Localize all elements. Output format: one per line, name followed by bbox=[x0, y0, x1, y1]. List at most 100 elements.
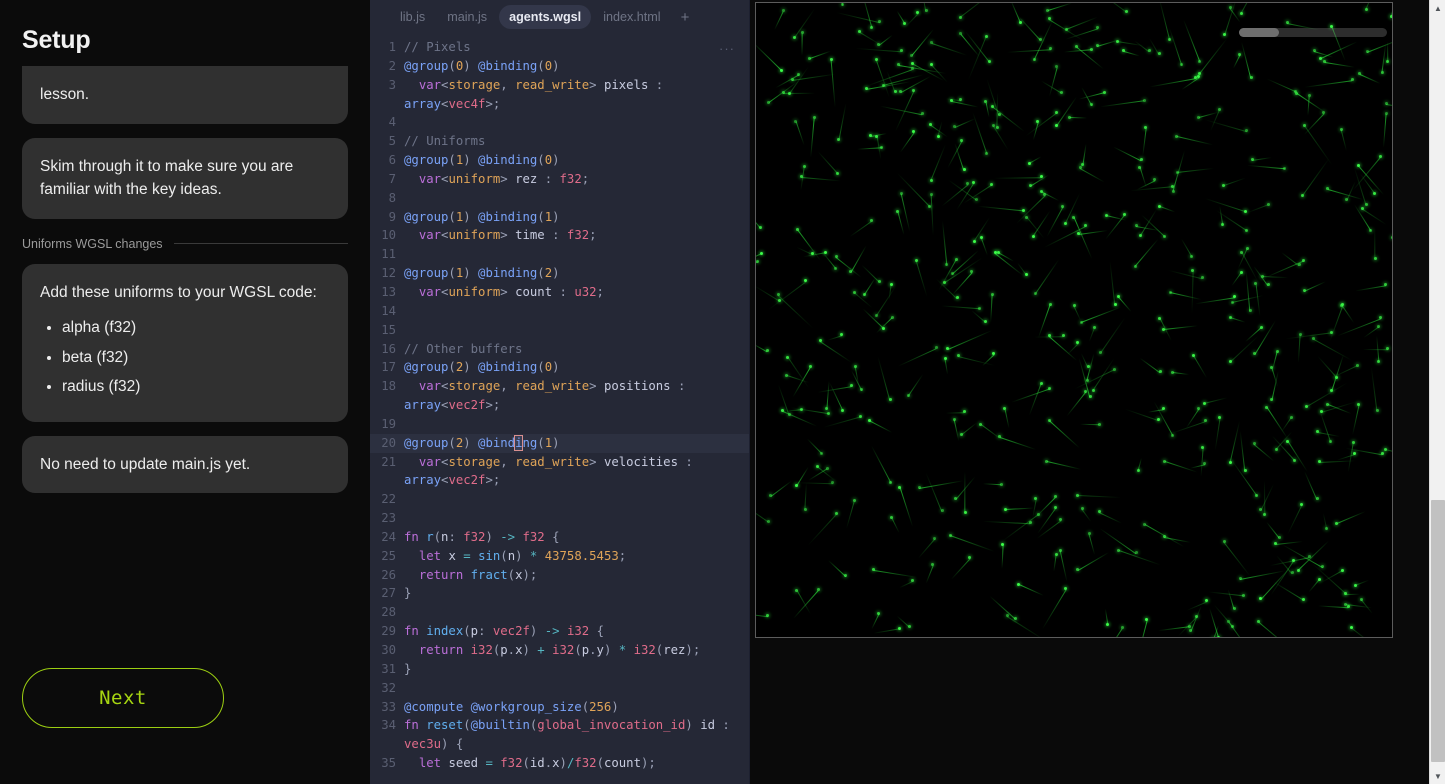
particle-trail bbox=[1135, 239, 1159, 267]
line-number: 31 bbox=[370, 660, 404, 679]
particle-head bbox=[1198, 60, 1201, 63]
code-line-text[interactable]: let x = sin(n) * 43758.5453; bbox=[404, 547, 749, 566]
code-line[interactable]: 4 bbox=[370, 113, 749, 132]
canvas-horizontal-scrollbar-thumb[interactable] bbox=[1239, 28, 1279, 37]
code-line-text[interactable] bbox=[404, 679, 749, 698]
code-line-text[interactable] bbox=[404, 490, 749, 509]
code-line[interactable]: 10 var<uniform> time : f32; bbox=[370, 226, 749, 245]
code-line-text[interactable] bbox=[404, 302, 749, 321]
code-line[interactable]: 33@compute @workgroup_size(256) bbox=[370, 698, 749, 717]
code-line[interactable]: 8 bbox=[370, 189, 749, 208]
code-line-text[interactable]: } bbox=[404, 584, 749, 603]
code-line-text[interactable] bbox=[404, 113, 749, 132]
code-line[interactable]: 13 var<uniform> count : u32; bbox=[370, 283, 749, 302]
code-scroll-region[interactable]: ··· 1// Pixels2@group(0) @binding(0)3 va… bbox=[370, 34, 749, 784]
code-line-text[interactable]: // Uniforms bbox=[404, 132, 749, 151]
particle-trail bbox=[1140, 357, 1161, 373]
code-line[interactable]: 26 return fract(x); bbox=[370, 566, 749, 585]
tab-lib-js[interactable]: lib.js bbox=[390, 5, 435, 29]
code-line-text[interactable]: var<uniform> count : u32; bbox=[404, 283, 749, 302]
code-line[interactable]: 31} bbox=[370, 660, 749, 679]
particle-trail bbox=[1336, 318, 1381, 336]
browser-scrollbar-thumb[interactable] bbox=[1431, 500, 1445, 762]
code-line-text[interactable]: var<storage, read_write> positions : arr… bbox=[404, 377, 749, 415]
code-line[interactable]: 9@group(1) @binding(1) bbox=[370, 208, 749, 227]
code-line-text[interactable]: @group(0) @binding(0) bbox=[404, 57, 749, 76]
code-line-text[interactable]: var<storage, read_write> pixels : array<… bbox=[404, 76, 749, 114]
particle-trail bbox=[1141, 128, 1146, 156]
code-line-text[interactable] bbox=[404, 509, 749, 528]
code-line-text[interactable]: } bbox=[404, 660, 749, 679]
code-line[interactable]: 27} bbox=[370, 584, 749, 603]
code-line-text[interactable]: var<storage, read_write> velocities : ar… bbox=[404, 453, 749, 491]
code-line-text[interactable] bbox=[404, 415, 749, 434]
scroll-up-arrow-icon[interactable]: ▲ bbox=[1430, 0, 1445, 16]
code-line-text[interactable] bbox=[404, 321, 749, 340]
code-line[interactable]: 15 bbox=[370, 321, 749, 340]
code-line-text[interactable]: return i32(p.x) + i32(p.y) * i32(rez); bbox=[404, 641, 749, 660]
scroll-down-arrow-icon[interactable]: ▼ bbox=[1430, 768, 1445, 784]
code-line[interactable]: 5// Uniforms bbox=[370, 132, 749, 151]
particle-head bbox=[921, 112, 924, 115]
code-line-text[interactable]: fn r(n: f32) -> f32 { bbox=[404, 528, 749, 547]
code-line[interactable]: 22 bbox=[370, 490, 749, 509]
code-line[interactable]: 11 bbox=[370, 245, 749, 264]
particle-head bbox=[1335, 522, 1338, 525]
code-line[interactable]: 21 var<storage, read_write> velocities :… bbox=[370, 453, 749, 491]
code-line[interactable]: 29fn index(p: vec2f) -> i32 { bbox=[370, 622, 749, 641]
code-line-text[interactable]: @group(1) @binding(0) bbox=[404, 151, 749, 170]
code-line[interactable]: 28 bbox=[370, 603, 749, 622]
code-line-text[interactable]: @group(1) @binding(2) bbox=[404, 264, 749, 283]
code-line[interactable]: 16// Other buffers bbox=[370, 340, 749, 359]
code-line-text[interactable]: // Other buffers bbox=[404, 340, 749, 359]
code-line[interactable]: 32 bbox=[370, 679, 749, 698]
code-line[interactable]: 20@group(2) @binding(1) bbox=[370, 434, 749, 453]
code-line-text[interactable]: let seed = f32(id.x)/f32(count); bbox=[404, 754, 749, 773]
code-line[interactable]: 34fn reset(@builtin(global_invocation_id… bbox=[370, 716, 749, 754]
particle-head bbox=[1037, 513, 1040, 516]
code-line-text[interactable]: @compute @workgroup_size(256) bbox=[404, 698, 749, 717]
canvas-horizontal-scrollbar[interactable] bbox=[1239, 28, 1387, 37]
code-line[interactable]: 6@group(1) @binding(0) bbox=[370, 151, 749, 170]
overflow-menu-icon[interactable]: ··· bbox=[719, 41, 735, 56]
code-line[interactable]: 7 var<uniform> rez : f32; bbox=[370, 170, 749, 189]
code-line[interactable]: 18 var<storage, read_write> positions : … bbox=[370, 377, 749, 415]
add-tab-button[interactable]: + bbox=[673, 7, 698, 28]
code-line[interactable]: 23 bbox=[370, 509, 749, 528]
code-line[interactable]: 25 let x = sin(n) * 43758.5453; bbox=[370, 547, 749, 566]
code-line[interactable]: 24fn r(n: f32) -> f32 { bbox=[370, 528, 749, 547]
code-line[interactable]: 1// Pixels bbox=[370, 38, 749, 57]
code-line[interactable]: 19 bbox=[370, 415, 749, 434]
particle-head bbox=[1297, 569, 1300, 572]
code-line-text[interactable] bbox=[404, 245, 749, 264]
browser-scrollbar[interactable]: ▲ ▼ bbox=[1429, 0, 1445, 784]
code-line[interactable]: 17@group(2) @binding(0) bbox=[370, 358, 749, 377]
code-line[interactable]: 2@group(0) @binding(0) bbox=[370, 57, 749, 76]
code-line-text[interactable]: @group(2) @binding(0) bbox=[404, 358, 749, 377]
particle-trail bbox=[898, 65, 945, 74]
code-line-text[interactable]: @group(2) @binding(1) bbox=[404, 434, 749, 453]
particle-head bbox=[1190, 255, 1193, 258]
next-button[interactable]: Next bbox=[22, 668, 224, 728]
tab-index-html[interactable]: index.html bbox=[593, 5, 670, 29]
code-line-text[interactable] bbox=[404, 189, 749, 208]
code-line[interactable]: 30 return i32(p.x) + i32(p.y) * i32(rez)… bbox=[370, 641, 749, 660]
particle-simulation-canvas[interactable] bbox=[755, 2, 1393, 638]
sidebar-scroll-region[interactable]: lesson. Skim through it to make sure you… bbox=[0, 66, 370, 646]
code-line[interactable]: 3 var<storage, read_write> pixels : arra… bbox=[370, 76, 749, 114]
code-content[interactable]: 1// Pixels2@group(0) @binding(0)3 var<st… bbox=[370, 34, 749, 773]
code-line-text[interactable]: return fract(x); bbox=[404, 566, 749, 585]
code-line[interactable]: 14 bbox=[370, 302, 749, 321]
tab-agents-wgsl[interactable]: agents.wgsl bbox=[499, 5, 591, 29]
code-line-text[interactable]: // Pixels bbox=[404, 38, 749, 57]
code-line-text[interactable]: var<uniform> time : f32; bbox=[404, 226, 749, 245]
code-line-text[interactable] bbox=[404, 603, 749, 622]
particle-head bbox=[1117, 549, 1120, 552]
code-line-text[interactable]: fn reset(@builtin(global_invocation_id) … bbox=[404, 716, 749, 754]
code-line-text[interactable]: @group(1) @binding(1) bbox=[404, 208, 749, 227]
code-line-text[interactable]: fn index(p: vec2f) -> i32 { bbox=[404, 622, 749, 641]
code-line[interactable]: 12@group(1) @binding(2) bbox=[370, 264, 749, 283]
code-line-text[interactable]: var<uniform> rez : f32; bbox=[404, 170, 749, 189]
tab-main-js[interactable]: main.js bbox=[437, 5, 497, 29]
code-line[interactable]: 35 let seed = f32(id.x)/f32(count); bbox=[370, 754, 749, 773]
